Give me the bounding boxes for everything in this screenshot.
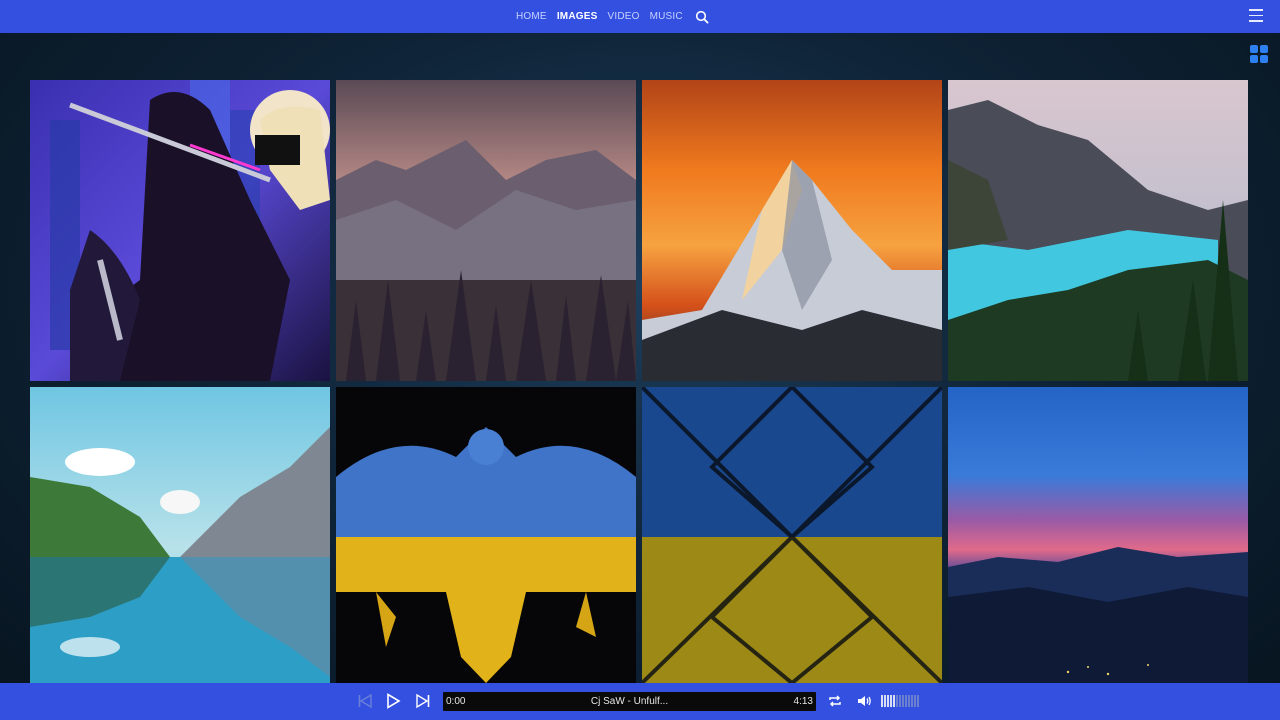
gallery-image-ukraine-eagle[interactable] — [336, 387, 636, 683]
repeat-icon[interactable] — [827, 693, 843, 709]
volume-bar-segment — [914, 695, 916, 707]
nav-images[interactable]: IMAGES — [557, 11, 598, 22]
volume-bar-segment — [917, 695, 919, 707]
gallery-image-misty-mountains[interactable] — [336, 80, 636, 381]
volume-bar-segment — [893, 695, 895, 707]
volume-bar-segment — [911, 695, 913, 707]
nav-home[interactable]: HOME — [516, 11, 547, 22]
previous-track-icon[interactable] — [357, 693, 373, 709]
volume-bar-segment — [899, 695, 901, 707]
track-progress-bar[interactable]: 0:00 Cj SaW - Unfulf... 4:13 — [443, 692, 816, 711]
hamburger-menu-icon[interactable] — [1249, 9, 1263, 23]
gallery-image-lake-reflection[interactable] — [30, 387, 330, 683]
top-nav-bar: HOME IMAGES VIDEO MUSIC — [0, 0, 1280, 33]
volume-bar-segment — [887, 695, 889, 707]
volume-icon[interactable] — [856, 693, 872, 709]
gallery-image-cyberpunk-girl[interactable] — [30, 80, 330, 381]
gallery-image-sunset-peak[interactable] — [642, 80, 942, 381]
nav-music[interactable]: MUSIC — [650, 11, 683, 22]
nav-video[interactable]: VIDEO — [607, 11, 639, 22]
volume-bar-segment — [902, 695, 904, 707]
volume-bar-segment — [881, 695, 883, 707]
track-title: Cj SaW - Unfulf... — [590, 696, 669, 707]
volume-bar-segment — [884, 695, 886, 707]
volume-slider[interactable] — [881, 695, 919, 707]
volume-bar-segment — [905, 695, 907, 707]
gallery-image-dusk-mountains[interactable] — [948, 387, 1248, 683]
gallery-image-ukraine-texture[interactable] — [642, 387, 942, 683]
grid-view-icon[interactable] — [1250, 45, 1268, 63]
volume-bar-segment — [890, 695, 892, 707]
volume-bar-segment — [908, 695, 910, 707]
play-icon[interactable] — [385, 693, 401, 709]
next-track-icon[interactable] — [415, 693, 431, 709]
image-gallery — [30, 80, 1251, 683]
track-duration: 4:13 — [793, 696, 813, 707]
gallery-image-turquoise-lake[interactable] — [948, 80, 1248, 381]
volume-bar-segment — [896, 695, 898, 707]
main-nav: HOME IMAGES VIDEO MUSIC — [516, 0, 709, 33]
search-icon[interactable] — [695, 10, 709, 24]
